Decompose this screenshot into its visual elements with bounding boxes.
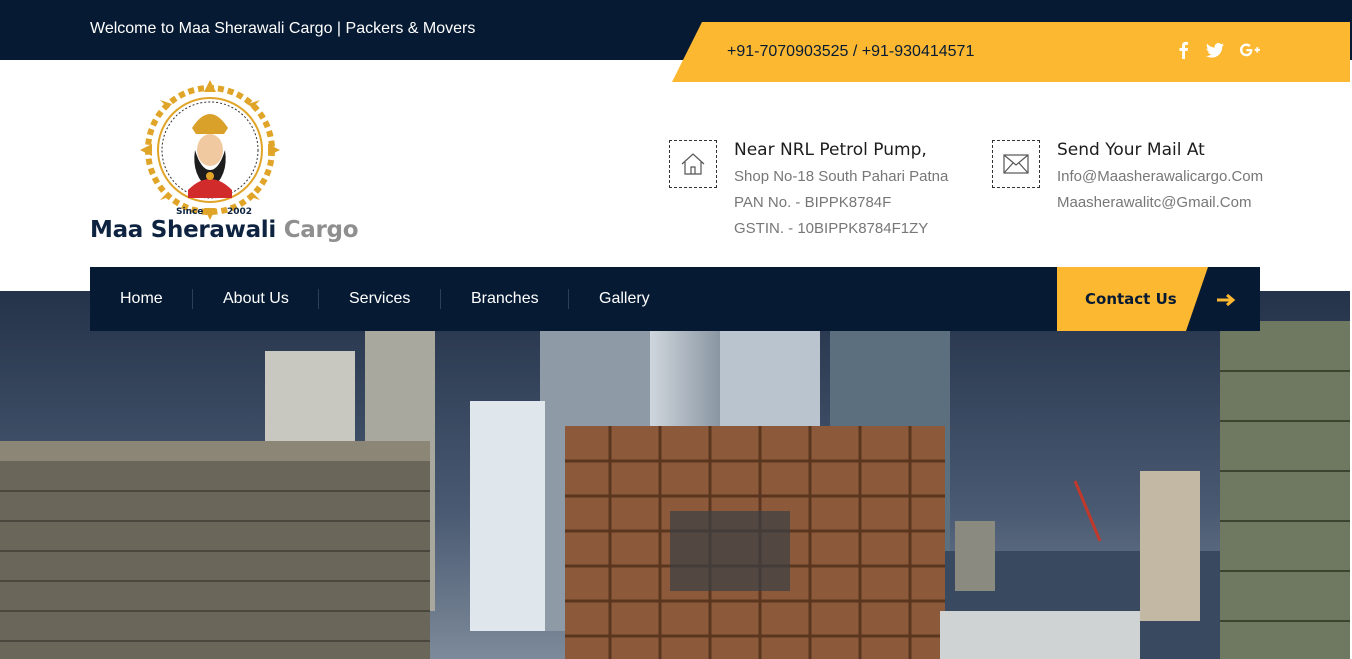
logo-name-accent: Cargo xyxy=(283,217,359,243)
address-line: Shop No-18 South Pahari Patna xyxy=(734,168,949,185)
mail-title: Send Your Mail At xyxy=(1057,140,1205,160)
nav-about-us[interactable]: About Us xyxy=(223,267,289,331)
nav-home[interactable]: Home xyxy=(120,267,163,331)
home-icon xyxy=(669,140,717,188)
contact-us-button[interactable]: Contact Us xyxy=(1057,267,1260,331)
site-logo[interactable]: Since 2002 Maa Sherawali Cargo xyxy=(90,80,359,250)
nav-gallery[interactable]: Gallery xyxy=(599,267,650,331)
address-title: Near NRL Petrol Pump, xyxy=(734,140,927,160)
welcome-text: Welcome to Maa Sherawali Cargo | Packers… xyxy=(90,20,476,37)
nav-divider xyxy=(318,289,319,309)
gstin-number: GSTIN. - 10BIPPK8784F1ZY xyxy=(734,220,929,237)
deity-emblem-icon xyxy=(140,80,280,220)
nav-divider xyxy=(192,289,193,309)
logo-wordmark: Maa Sherawali Cargo xyxy=(90,217,359,243)
nav-divider xyxy=(440,289,441,309)
logo-name: Maa Sherawali xyxy=(90,217,284,243)
contact-us-label: Contact Us xyxy=(1085,290,1177,308)
phone-numbers[interactable]: +91-7070903525 / +91-930414571 xyxy=(727,43,974,61)
logo-year: 2002 xyxy=(227,207,253,217)
nav-divider xyxy=(568,289,569,309)
facebook-icon[interactable] xyxy=(1171,38,1195,62)
google-plus-icon[interactable] xyxy=(1238,38,1262,62)
email-secondary[interactable]: Maasherawalitc@Gmail.Com xyxy=(1057,194,1251,211)
mail-icon xyxy=(992,140,1040,188)
logo-since: Since xyxy=(176,207,204,217)
main-nav: Home About Us Services Branches Gallery … xyxy=(90,267,1260,331)
twitter-icon[interactable] xyxy=(1203,38,1227,62)
pan-number: PAN No. - BIPPK8784F xyxy=(734,194,892,211)
arrow-right-icon xyxy=(1217,289,1236,312)
email-primary[interactable]: Info@Maasherawalicargo.Com xyxy=(1057,168,1263,185)
nav-branches[interactable]: Branches xyxy=(471,267,539,331)
nav-services[interactable]: Services xyxy=(349,267,410,331)
hero-image xyxy=(0,291,1350,659)
